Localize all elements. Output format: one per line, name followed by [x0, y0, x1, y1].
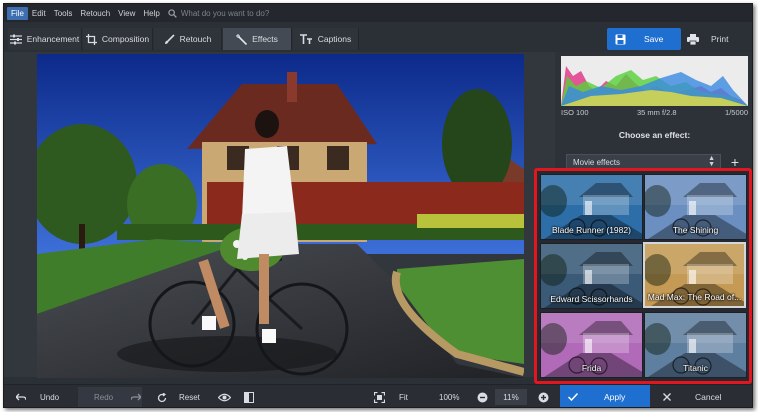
photo-workspace [4, 52, 555, 378]
tab-retouch[interactable]: Retouch [154, 28, 222, 50]
reset-button[interactable]: Reset [157, 385, 200, 407]
crop-icon [85, 33, 97, 45]
effect-thumb-5[interactable]: Titanic [644, 312, 747, 378]
compare-button[interactable] [244, 385, 254, 407]
photo-info: ISO 100 35 mm f/2.8 1/5000 [561, 108, 748, 120]
shutter-value: 1/5000 [725, 108, 748, 117]
menu-bar: File Edit Tools Retouch View Help What d… [4, 4, 752, 22]
undo-button[interactable]: Undo [16, 385, 60, 407]
search-icon [168, 8, 177, 18]
zoom-out-button[interactable] [477, 385, 488, 407]
zoom-100-button[interactable]: 100% [439, 385, 460, 407]
effect-thumb-4[interactable]: Frida [540, 312, 643, 378]
cancel-button[interactable]: Cancel [655, 385, 747, 407]
reset-icon [157, 392, 167, 402]
menu-edit[interactable]: Edit [28, 7, 50, 20]
tab-enhancement-label: Enhancement [26, 34, 80, 44]
undo-label: Undo [40, 393, 60, 402]
effect-category-value: Movie effects [573, 157, 620, 167]
app-window: File Edit Tools Retouch View Help What d… [3, 3, 753, 408]
cancel-label: Cancel [695, 391, 722, 402]
redo-label: Redo [94, 393, 114, 402]
effect-label: Blade Runner (1982) [552, 225, 631, 235]
tab-effects-label: Effects [252, 34, 278, 44]
updown-arrows-icon: ▲ ▼ [708, 155, 715, 168]
brush-icon [164, 33, 175, 44]
iso-value: ISO 100 [561, 108, 589, 117]
minus-circle-icon [477, 392, 488, 403]
apply-label: Apply [604, 391, 626, 402]
menu-help[interactable]: Help [139, 7, 163, 20]
eye-icon [218, 393, 231, 402]
photo-canvas[interactable] [37, 54, 524, 378]
checkmark-icon [568, 392, 578, 401]
plus-circle-icon [538, 392, 549, 403]
floppy-disk-icon [615, 34, 626, 44]
effect-thumb-1[interactable]: The Shining [644, 174, 747, 240]
menu-retouch[interactable]: Retouch [76, 7, 114, 20]
search-box[interactable]: What do you want to do? [168, 8, 270, 18]
histogram [561, 56, 748, 106]
tab-captions-label: Captions [317, 34, 352, 44]
zoom-level[interactable]: 11% [495, 389, 527, 405]
effect-thumb-0[interactable]: Blade Runner (1982) [540, 174, 643, 240]
preview-button[interactable] [218, 385, 231, 407]
reset-label: Reset [179, 393, 200, 402]
magic-wand-icon [236, 33, 248, 45]
fit-label: Fit [399, 393, 408, 402]
redo-button-content: Redo [94, 385, 142, 407]
zoom-level-value: 11% [503, 392, 519, 402]
printer-icon [687, 33, 699, 45]
photo-image [37, 54, 524, 378]
menu-file[interactable]: File [7, 6, 28, 20]
tab-composition[interactable]: Composition [83, 28, 153, 50]
redo-icon [131, 393, 142, 401]
print-label: Print [711, 34, 729, 44]
save-label: Save [644, 34, 664, 44]
effect-label: The Shining [672, 225, 719, 235]
compare-icon [244, 392, 254, 403]
choose-effect-heading: Choose an effect: [618, 130, 691, 140]
search-placeholder: What do you want to do? [180, 8, 270, 18]
text-icon [299, 33, 312, 44]
apply-button[interactable]: Apply [560, 385, 650, 407]
close-icon [663, 392, 671, 401]
tab-composition-label: Composition [101, 34, 150, 44]
tab-retouch-label: Retouch [179, 34, 212, 44]
save-button[interactable]: Save [607, 28, 681, 50]
effects-grid: Blade Runner (1982) The Shining Edward S… [534, 168, 752, 384]
menu-view[interactable]: View [114, 7, 139, 20]
effect-label: Titanic [683, 363, 708, 373]
menu-tools[interactable]: Tools [50, 7, 77, 20]
zoom-100-label: 100% [439, 393, 460, 402]
effect-label: Frida [581, 363, 602, 373]
fit-screen-icon [374, 392, 385, 403]
effect-label: Edward Scissorhands [550, 294, 633, 304]
effect-label: Mad Max: The Road of... [647, 292, 742, 302]
sliders-icon [9, 34, 22, 44]
zoom-in-button[interactable] [538, 385, 549, 407]
effect-thumb-3[interactable]: Mad Max: The Road of... [643, 242, 746, 308]
tab-enhancement[interactable]: Enhancement [8, 28, 82, 50]
tab-effects[interactable]: Effects [223, 28, 292, 50]
fit-button[interactable]: Fit [374, 385, 408, 407]
lens-value: 35 mm f/2.8 [636, 108, 677, 117]
print-button[interactable]: Print [681, 28, 747, 50]
effect-thumb-2[interactable]: Edward Scissorhands [540, 243, 643, 309]
tab-captions[interactable]: Captions [293, 28, 359, 50]
undo-icon [16, 393, 26, 401]
